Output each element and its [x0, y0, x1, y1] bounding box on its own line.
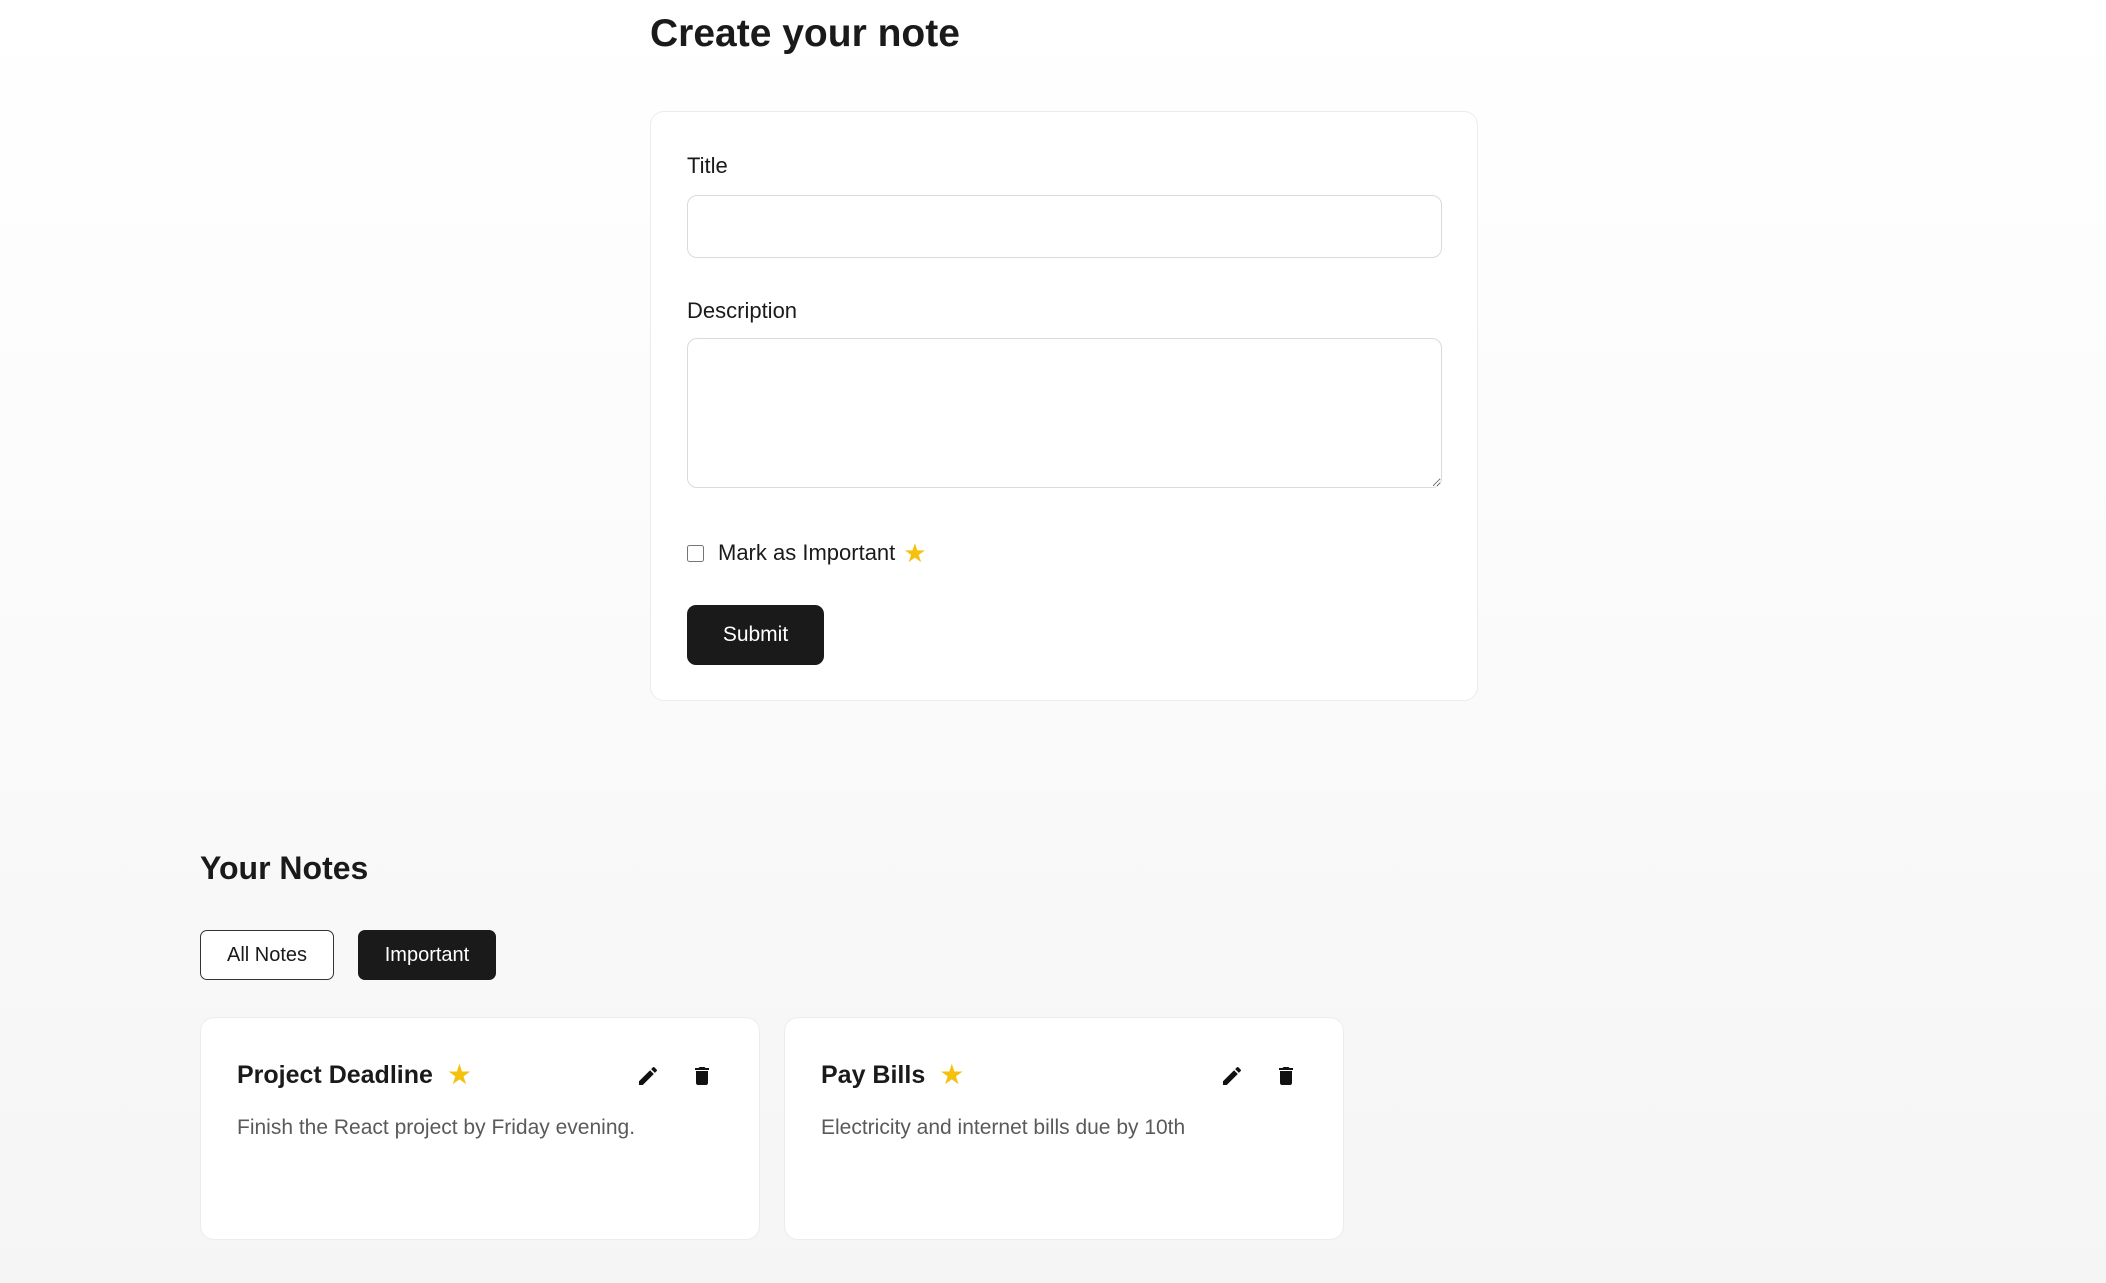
pencil-icon — [639, 1066, 658, 1085]
delete-note-button[interactable] — [686, 1060, 718, 1092]
edit-note-button[interactable] — [632, 1060, 664, 1092]
edit-note-button[interactable] — [1216, 1060, 1248, 1092]
note-title: Pay Bills — [821, 1060, 926, 1089]
note-header: Pay Bills ★ — [821, 1058, 964, 1092]
description-textarea[interactable] — [687, 338, 1442, 488]
submit-button[interactable]: Submit — [687, 605, 824, 665]
page-title: Create your note — [650, 12, 960, 55]
star-icon: ★ — [903, 538, 927, 568]
note-description: Finish the React project by Friday eveni… — [237, 1116, 636, 1139]
notes-section-title: Your Notes — [200, 850, 369, 886]
note-title: Project Deadline — [237, 1060, 433, 1089]
title-label: Title — [687, 153, 728, 178]
trash-icon — [1279, 1067, 1293, 1085]
mark-important-row: Mark as Important ★ — [687, 538, 927, 568]
filter-all-notes-button[interactable]: All Notes — [200, 930, 334, 980]
description-label: Description — [687, 298, 798, 323]
create-note-form: Title Description Mark as Important ★ Su… — [650, 111, 1478, 701]
trash-icon — [695, 1067, 709, 1085]
filter-important-button[interactable]: Important — [358, 930, 496, 980]
mark-important-label[interactable]: Mark as Important — [718, 540, 895, 566]
note-card: Project Deadline ★ Finish the React proj… — [200, 1017, 760, 1240]
star-icon: ★ — [939, 1059, 965, 1090]
delete-note-button[interactable] — [1270, 1060, 1302, 1092]
note-card: Pay Bills ★ Electricity and internet bil… — [784, 1017, 1344, 1240]
note-header: Project Deadline ★ — [237, 1058, 472, 1092]
star-icon: ★ — [446, 1059, 473, 1090]
mark-important-checkbox[interactable] — [687, 544, 704, 562]
pencil-icon — [1223, 1066, 1242, 1085]
note-description: Electricity and internet bills due by 10… — [821, 1116, 1186, 1139]
title-input[interactable] — [687, 195, 1442, 258]
